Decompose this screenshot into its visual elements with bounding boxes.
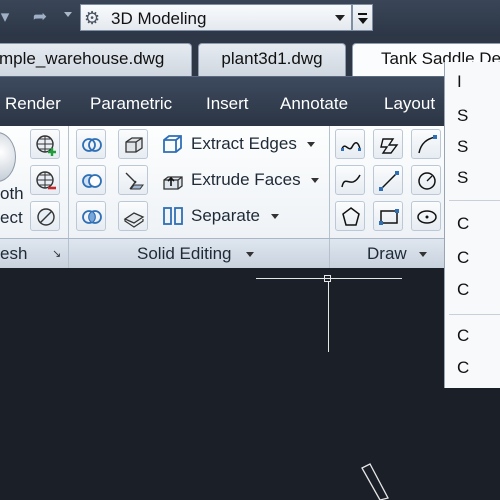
tab-plant3d1[interactable]: plant3d1.dwg xyxy=(198,43,346,76)
panel-separator xyxy=(329,239,330,269)
document-tab-bar: mple_warehouse.dwg plant3d1.dwg Tank Sad… xyxy=(0,36,500,76)
redo-arrow-icon[interactable]: ➦ xyxy=(28,6,52,28)
ellipse-button[interactable] xyxy=(411,201,441,231)
panel-separator xyxy=(68,239,69,269)
quick-access-menu-button[interactable] xyxy=(352,4,373,31)
polygon-button[interactable] xyxy=(335,201,365,231)
box-3d-icon xyxy=(125,137,143,153)
chevron-down-icon[interactable] xyxy=(246,252,254,257)
globe-slash-icon xyxy=(37,208,55,226)
straight-line-button[interactable] xyxy=(373,165,403,195)
separate-icon[interactable] xyxy=(158,201,188,231)
extract-edges-icon[interactable] xyxy=(158,129,188,159)
chevron-down-icon[interactable] xyxy=(307,142,315,147)
gear-icon: ⚙ xyxy=(84,8,101,28)
menu-separator xyxy=(449,200,500,201)
context-menu-item[interactable]: C xyxy=(457,248,469,268)
ribbon-tab-bar: Render Parametric Insert Annotate Layout xyxy=(0,76,444,126)
draw-panel-label[interactable]: Draw xyxy=(367,244,407,264)
ribbon-tab-insert[interactable]: Insert xyxy=(206,94,249,114)
workspace-dropdown[interactable]: ⚙ 3D Modeling xyxy=(80,4,352,31)
workspace-label: 3D Modeling xyxy=(111,9,207,28)
context-menu-item[interactable]: S xyxy=(457,137,468,157)
tab-label: mple_warehouse.dwg xyxy=(0,49,165,68)
smooth-object-label[interactable]: ect xyxy=(0,208,23,228)
slice-icon xyxy=(125,172,144,190)
polyline-icon xyxy=(341,142,361,151)
line-icon xyxy=(379,171,399,191)
tab-mple-warehouse[interactable]: mple_warehouse.dwg xyxy=(0,43,192,76)
extrude-faces-icon[interactable] xyxy=(158,165,188,195)
separate-button[interactable]: Separate xyxy=(191,206,260,226)
thicken-button[interactable] xyxy=(118,201,148,231)
context-menu: I S S S C C C C C xyxy=(444,62,500,388)
ribbon-tab-layout[interactable]: Layout xyxy=(384,94,435,114)
line-button[interactable] xyxy=(411,129,441,159)
chevron-down-icon[interactable] xyxy=(419,252,427,257)
thicken-icon xyxy=(123,212,145,228)
menu-bar-icon xyxy=(358,13,367,15)
crosshair-vertical xyxy=(328,281,329,352)
intersect-button[interactable] xyxy=(76,201,106,231)
smooth-object-label[interactable]: oth xyxy=(0,184,24,204)
ribbon-panel-label-bar: esh ↘ Solid Editing Draw xyxy=(0,238,444,269)
quick-access-toolbar: ▾ ➦ ⚙ 3D Modeling xyxy=(0,0,500,36)
context-menu-item[interactable]: I xyxy=(457,72,462,92)
intersect-icon xyxy=(82,210,102,224)
extract-edges-button[interactable]: Extract Edges xyxy=(191,134,297,154)
mesh-refine-add-button[interactable] xyxy=(30,129,60,159)
chevron-down-icon[interactable] xyxy=(271,214,279,219)
context-menu-item[interactable]: S xyxy=(457,168,468,188)
arc-line-icon xyxy=(418,135,437,154)
context-menu-item[interactable]: C xyxy=(457,326,469,346)
interfere-button[interactable] xyxy=(118,129,148,159)
smooth-object-icon[interactable] xyxy=(0,132,16,182)
ribbon-tab-parametric[interactable]: Parametric xyxy=(90,94,172,114)
ellipse-icon xyxy=(417,210,437,224)
extrude-faces-button[interactable]: Extrude Faces xyxy=(191,170,301,190)
globe-minus-icon xyxy=(36,171,56,190)
slice-button[interactable] xyxy=(118,165,148,195)
ribbon-tab-annotate[interactable]: Annotate xyxy=(280,94,348,114)
chevron-down-icon[interactable] xyxy=(311,178,319,183)
undo-arrow-icon[interactable]: ▾ xyxy=(0,6,10,28)
rectangle-button[interactable] xyxy=(373,201,403,231)
chevron-down-icon xyxy=(335,15,345,21)
subtract-icon xyxy=(82,174,102,188)
union-button[interactable] xyxy=(76,129,106,159)
ribbon-panel-area: oth ect Extract Edges Extrude Faces Sepa… xyxy=(0,126,444,238)
menu-separator xyxy=(449,314,500,315)
redo-dropdown-icon[interactable] xyxy=(64,12,72,17)
pentagon-icon xyxy=(342,207,360,226)
context-menu-item[interactable]: S xyxy=(457,106,468,126)
chevron-down-icon xyxy=(358,18,368,24)
drawing-geometry xyxy=(361,463,389,500)
subtract-button[interactable] xyxy=(76,165,106,195)
ribbon-tab-render[interactable]: Render xyxy=(5,94,61,114)
tab-label: plant3d1.dwg xyxy=(221,49,323,68)
panel-separator xyxy=(68,126,69,238)
context-menu-item[interactable]: C xyxy=(457,214,469,234)
rectangle-icon xyxy=(379,209,399,225)
polyline-button[interactable] xyxy=(335,129,365,159)
globe-plus-icon xyxy=(36,135,56,156)
spline-button[interactable] xyxy=(335,165,365,195)
union-icon xyxy=(82,138,102,152)
spline-icon xyxy=(341,174,361,188)
dialog-launcher-icon[interactable]: ↘ xyxy=(52,247,61,260)
mesh-refine-remove-button[interactable] xyxy=(30,165,60,195)
cursor-pickbox xyxy=(324,275,331,282)
circle-icon xyxy=(418,172,436,190)
circle-button[interactable] xyxy=(411,165,441,195)
helix-icon xyxy=(380,138,399,154)
3d-polyline-button[interactable] xyxy=(373,129,403,159)
context-menu-item[interactable]: C xyxy=(457,280,469,300)
context-menu-item[interactable]: C xyxy=(457,358,469,378)
panel-separator xyxy=(329,126,330,238)
solid-editing-panel-label[interactable]: Solid Editing xyxy=(137,244,232,264)
mesh-crease-button[interactable] xyxy=(30,201,60,231)
mesh-panel-label[interactable]: esh xyxy=(0,244,27,264)
